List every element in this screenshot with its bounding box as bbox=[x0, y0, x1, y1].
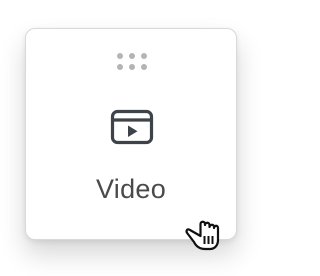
drag-dot bbox=[141, 52, 147, 59]
grab-hand-cursor-icon bbox=[185, 220, 220, 251]
drag-dot bbox=[129, 52, 135, 59]
drag-dot bbox=[117, 63, 123, 70]
drag-dot bbox=[117, 52, 123, 59]
block-label: Video bbox=[95, 174, 167, 204]
canvas: Video bbox=[0, 0, 276, 276]
drag-dot bbox=[141, 63, 147, 70]
drag-dot bbox=[129, 63, 135, 70]
video-icon bbox=[110, 109, 154, 145]
drag-handle-icon[interactable] bbox=[115, 51, 149, 71]
